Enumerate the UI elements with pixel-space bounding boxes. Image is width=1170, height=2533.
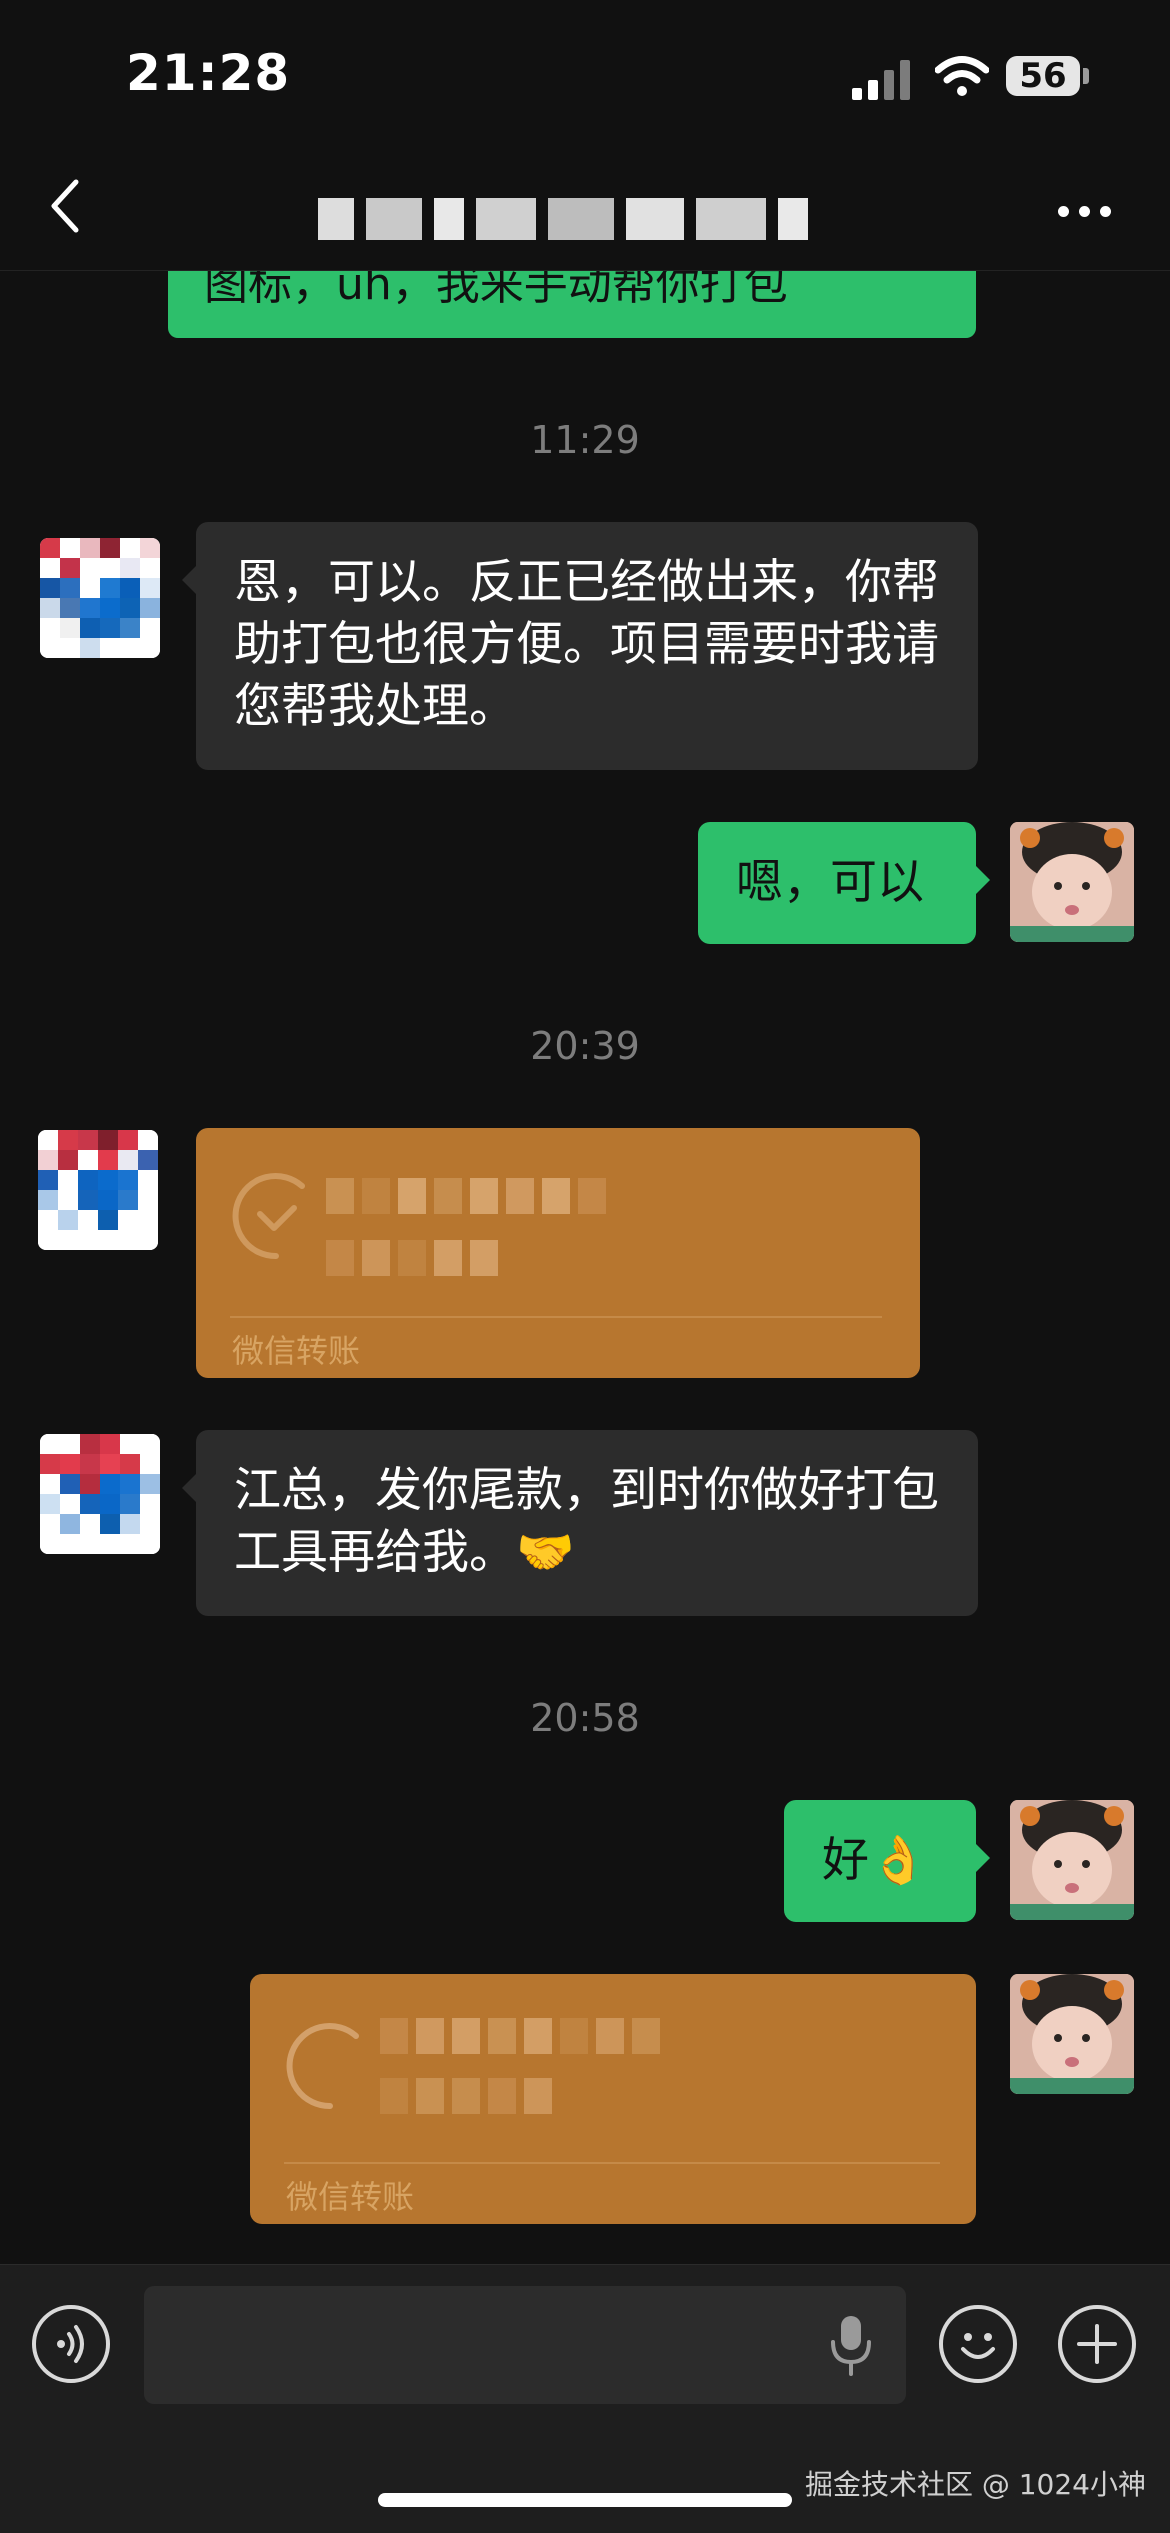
more-options-button[interactable] [1050, 196, 1120, 226]
user-avatar[interactable] [1010, 1800, 1134, 1920]
amount-mosaic [380, 2018, 660, 2054]
contact-avatar[interactable] [40, 538, 160, 658]
message-text: 嗯，可以 [736, 855, 924, 910]
message-text: 好👌 [822, 1833, 928, 1888]
chat-bubble-incoming[interactable]: 恩，可以。反正已经做出来，你帮助打包也很方便。项目需要时我请您帮我处理。 [182, 522, 978, 770]
wifi-icon [935, 56, 989, 96]
cellular-signal-icon [852, 60, 914, 100]
voice-icon [57, 2325, 84, 2363]
contact-avatar[interactable] [38, 1130, 158, 1250]
home-indicator[interactable] [378, 2493, 792, 2507]
user-avatar[interactable] [1010, 1974, 1134, 2094]
transfer-divider [230, 1316, 882, 1318]
note-mosaic [380, 2078, 552, 2114]
transfer-label: 微信转账 [232, 1332, 361, 1370]
chat-bubble-outgoing[interactable]: 好👌 [784, 1800, 990, 1922]
amount-mosaic [326, 1178, 606, 1214]
timestamp: 20:58 [530, 1696, 640, 1740]
microphone-icon[interactable] [826, 2312, 876, 2378]
message-text: 江总，发你尾款，到时你做好打包工具再给我。🤝 [234, 1463, 939, 1580]
wechat-transfer-card[interactable]: 微信转账 [250, 1974, 976, 2224]
contact-avatar[interactable] [40, 1434, 160, 1554]
chat-title-mosaic [318, 198, 808, 240]
voice-toggle-button[interactable] [32, 2305, 110, 2383]
transfer-check-icon [232, 1173, 305, 1260]
plus-icon [1077, 2324, 1117, 2364]
transfer-arrow-icon [286, 2023, 359, 2110]
message-input[interactable] [144, 2286, 906, 2404]
watermark: 掘金技术社区 @ 1024小神 [804, 2468, 1146, 2501]
emoji-button[interactable] [939, 2305, 1017, 2383]
chat-bubble-incoming[interactable]: 江总，发你尾款，到时你做好打包工具再给我。🤝 [182, 1430, 978, 1616]
chat-bubble-outgoing[interactable]: 嗯，可以 [698, 822, 990, 944]
battery-tip [1083, 68, 1089, 84]
more-functions-button[interactable] [1058, 2305, 1136, 2383]
user-avatar[interactable] [1010, 822, 1134, 942]
battery-icon: 56 [1006, 56, 1080, 96]
transfer-divider [284, 2162, 940, 2164]
note-mosaic [326, 1240, 498, 1276]
wechat-transfer-card[interactable]: 微信转账 [196, 1128, 920, 1378]
status-time: 21:28 [126, 44, 291, 102]
timestamp: 11:29 [530, 418, 640, 462]
timestamp: 20:39 [530, 1024, 640, 1068]
message-text: 恩，可以。反正已经做出来，你帮助打包也很方便。项目需要时我请您帮我处理。 [234, 555, 939, 734]
back-button[interactable] [40, 176, 90, 236]
transfer-label: 微信转账 [286, 2178, 415, 2216]
smiley-icon [961, 2333, 995, 2359]
